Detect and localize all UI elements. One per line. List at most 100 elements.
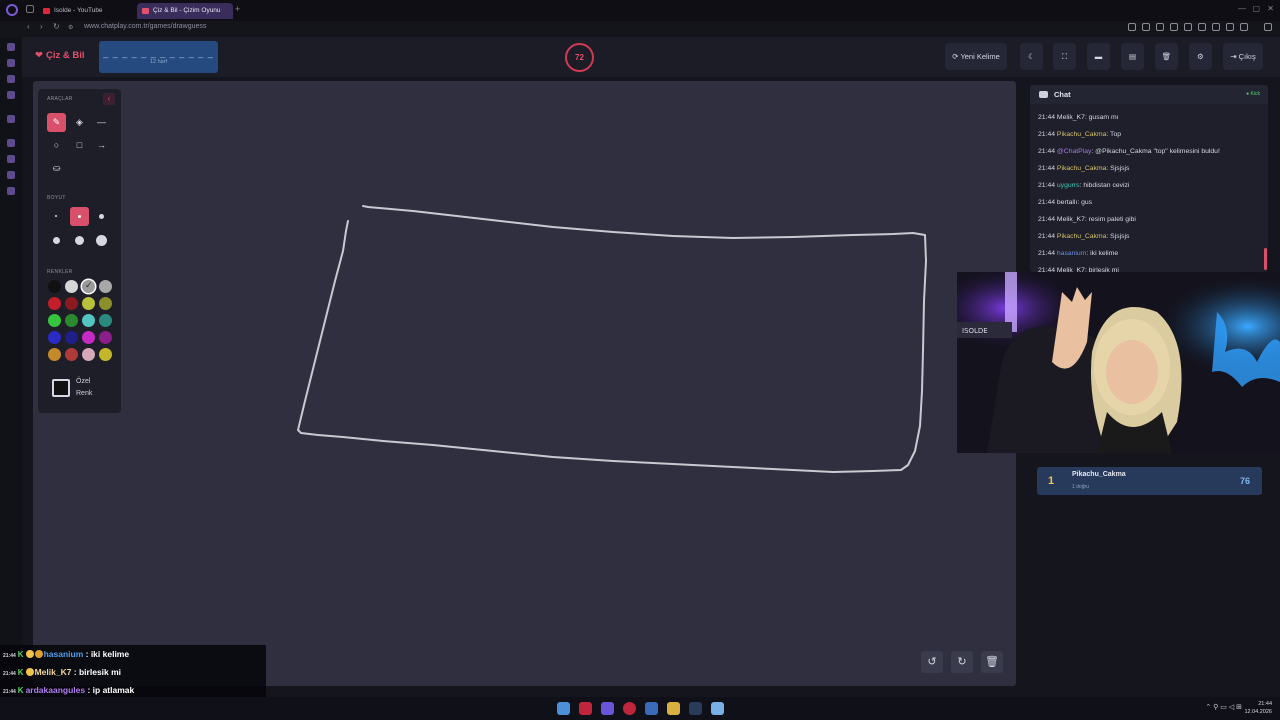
system-tray[interactable]: ⌃ ⚲ ▭ ◁ ⊞ xyxy=(1205,703,1242,711)
steam-icon[interactable] xyxy=(689,702,702,715)
redo-button[interactable]: ↻ xyxy=(951,651,973,673)
sidebar-app-icon[interactable] xyxy=(7,59,15,67)
new-tab-button[interactable]: + xyxy=(235,4,240,14)
browser-app-icon[interactable] xyxy=(579,702,592,715)
play-icon[interactable] xyxy=(1170,23,1178,31)
color-swatch[interactable] xyxy=(82,331,95,344)
app-icon[interactable] xyxy=(711,702,724,715)
fill-tool-button[interactable]: ⛀ xyxy=(47,159,66,178)
color-swatch[interactable] xyxy=(99,297,112,310)
size-s-button[interactable] xyxy=(70,207,89,226)
color-swatch[interactable] xyxy=(99,331,112,344)
chat-username[interactable]: @ChatPlay xyxy=(1057,148,1091,155)
color-swatch[interactable] xyxy=(99,314,112,327)
chat-username[interactable]: Melik_K7 xyxy=(1057,114,1085,121)
tab-ciz-bil[interactable]: Çiz & Bil - Çizim Oyunu xyxy=(137,3,233,19)
drawing-canvas[interactable] xyxy=(33,81,1016,686)
size-l-button[interactable] xyxy=(47,231,66,250)
size-xs-button[interactable] xyxy=(47,207,66,226)
new-word-button[interactable]: ⟳ Yeni Kelime xyxy=(945,43,1007,70)
archive-button[interactable]: ▤ xyxy=(1121,43,1144,70)
opera-icon[interactable] xyxy=(623,702,636,715)
browser-logo-icon[interactable] xyxy=(6,4,18,16)
app-icon[interactable] xyxy=(645,702,658,715)
tab-youtube[interactable]: Isolde - YouTube xyxy=(38,3,134,19)
color-swatch[interactable] xyxy=(48,314,61,327)
forward-icon[interactable]: › xyxy=(40,22,43,31)
bookmark-icon[interactable] xyxy=(1142,23,1150,31)
size-xl-button[interactable] xyxy=(70,231,89,250)
maximize-icon[interactable]: ▢ xyxy=(1252,4,1260,13)
heart-icon[interactable] xyxy=(1184,23,1192,31)
sidebar-app-icon[interactable] xyxy=(7,91,15,99)
sidebar-app-icon[interactable] xyxy=(7,187,15,195)
sidebar-app-icon[interactable] xyxy=(7,115,15,123)
url-field[interactable]: www.chatplay.com.tr/games/drawguess xyxy=(84,23,206,30)
rectangle-tool-button[interactable]: □ xyxy=(70,136,89,155)
chat-username[interactable]: Melik_K7 xyxy=(1057,216,1085,223)
sidebar-app-icon[interactable] xyxy=(7,43,15,51)
settings-button[interactable]: ⚙ xyxy=(1189,43,1212,70)
delete-button[interactable]: 🗑 xyxy=(1155,43,1178,70)
pen-tool-button[interactable]: ✎ xyxy=(47,113,66,132)
clear-canvas-button[interactable]: 🗑 xyxy=(981,651,1003,673)
color-swatch[interactable] xyxy=(82,297,95,310)
color-swatch[interactable] xyxy=(48,297,61,310)
menu-icon[interactable] xyxy=(1264,23,1272,31)
taskbar-clock[interactable]: 21:44 12.04.2026 xyxy=(1244,700,1272,716)
color-swatch[interactable] xyxy=(82,314,95,327)
chat-username[interactable]: Pikachu_Cakma xyxy=(1057,233,1107,240)
discord-icon[interactable] xyxy=(601,702,614,715)
sidebar-app-icon[interactable] xyxy=(7,171,15,179)
back-icon[interactable]: ‹ xyxy=(27,22,30,31)
reload-icon[interactable]: ↻ xyxy=(53,22,60,31)
chat-scrollbar[interactable] xyxy=(1264,248,1267,270)
sidebar-app-icon[interactable] xyxy=(7,139,15,147)
theme-toggle-button[interactable]: ☾ xyxy=(1020,43,1043,70)
sidebar-app-icon[interactable] xyxy=(7,75,15,83)
shield-icon[interactable] xyxy=(1156,23,1164,31)
chat-username[interactable]: Pikachu_Cakma xyxy=(1057,131,1107,138)
color-swatch[interactable] xyxy=(48,348,61,361)
tab-list-icon[interactable] xyxy=(26,5,34,13)
undo-button[interactable]: ↺ xyxy=(921,651,943,673)
arrow-tool-button[interactable]: → xyxy=(92,136,111,155)
color-swatch[interactable] xyxy=(65,297,78,310)
chat-username[interactable]: hasanium xyxy=(1057,250,1086,257)
start-icon[interactable] xyxy=(557,702,570,715)
color-swatch[interactable] xyxy=(99,348,112,361)
line-tool-button[interactable]: — xyxy=(92,113,111,132)
chat-username[interactable]: uygurrs xyxy=(1057,182,1080,189)
color-swatch[interactable] xyxy=(48,331,61,344)
ai-icon[interactable] xyxy=(1226,23,1234,31)
color-swatch[interactable] xyxy=(65,331,78,344)
share-icon[interactable] xyxy=(1212,23,1220,31)
extension-icon[interactable] xyxy=(1128,23,1136,31)
custom-color-button[interactable] xyxy=(52,379,70,397)
collapse-tools-button[interactable]: ‹ xyxy=(103,93,115,105)
color-swatch[interactable] xyxy=(99,280,112,293)
sidebar-app-icon[interactable] xyxy=(7,155,15,163)
color-swatch[interactable] xyxy=(82,348,95,361)
download-icon[interactable] xyxy=(1198,23,1206,31)
circle-tool-button[interactable]: ○ xyxy=(47,136,66,155)
fullscreen-button[interactable]: ⛶ xyxy=(1053,43,1076,70)
color-swatch[interactable] xyxy=(48,280,61,293)
brand-logo[interactable]: ❤ Çiz & Bil xyxy=(35,50,85,61)
color-swatch[interactable]: ✓ xyxy=(82,280,95,293)
size-m-button[interactable] xyxy=(92,207,111,226)
site-info-icon[interactable]: ⚙ xyxy=(68,24,73,31)
color-swatch[interactable] xyxy=(65,314,78,327)
eraser-tool-button[interactable]: ◈ xyxy=(70,113,89,132)
chat-username[interactable]: Pikachu_Cakma xyxy=(1057,165,1107,172)
size-xxl-button[interactable] xyxy=(92,231,111,250)
color-swatch[interactable] xyxy=(65,348,78,361)
keyboard-button[interactable]: ▬ xyxy=(1087,43,1110,70)
chat-username[interactable]: bertallı xyxy=(1057,199,1077,206)
minimize-icon[interactable]: — xyxy=(1238,4,1246,13)
color-swatch[interactable] xyxy=(65,280,78,293)
folder-icon[interactable] xyxy=(667,702,680,715)
sidebar-icon[interactable] xyxy=(1240,23,1248,31)
close-window-icon[interactable]: ✕ xyxy=(1267,4,1274,13)
logout-button[interactable]: ⇥ Çıkış xyxy=(1223,43,1263,70)
